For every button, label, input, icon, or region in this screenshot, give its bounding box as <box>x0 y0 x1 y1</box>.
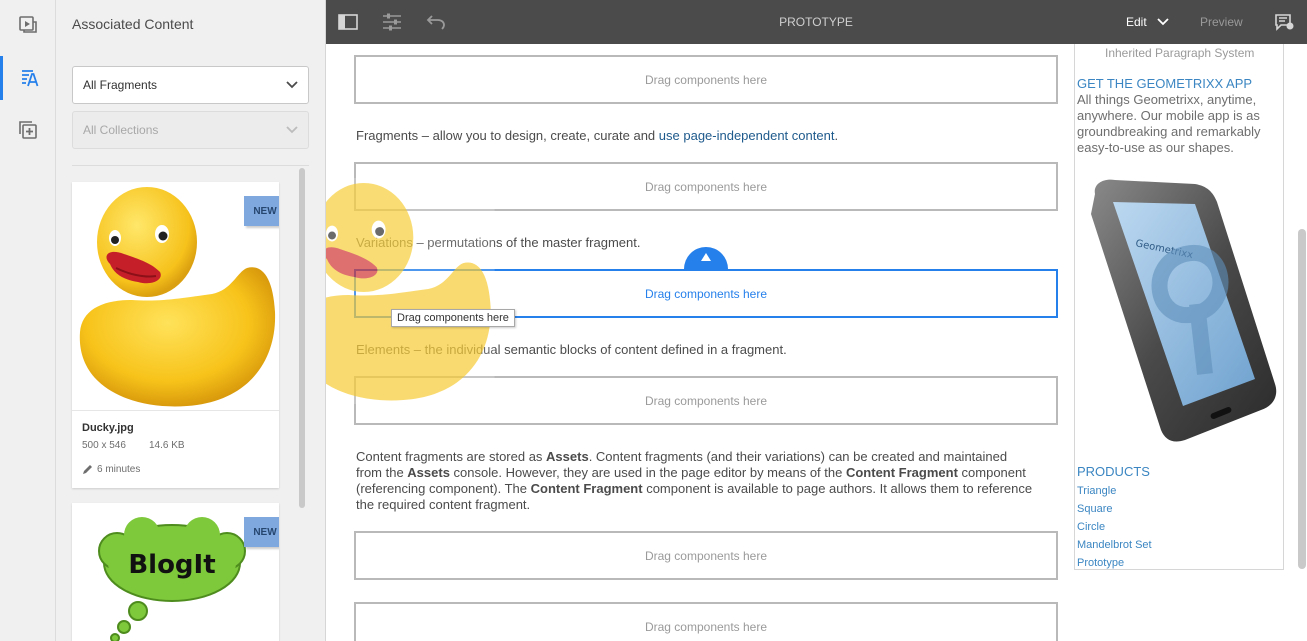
asset-card-ducky[interactable]: NEW Ducky.jpg 500 x 546 14.6 KB 6 minute… <box>72 182 279 488</box>
fragments-filter-value: All Fragments <box>83 78 158 92</box>
side-rail <box>0 0 56 641</box>
undo-icon <box>426 15 445 30</box>
smartphone-image: Geometrixx <box>1091 179 1277 442</box>
paragraph-fragments: Fragments – allow you to design, create,… <box>356 128 1036 144</box>
bold-text: Assets <box>546 449 589 464</box>
drop-tooltip: Drag components here <box>391 309 515 327</box>
page-sidebar: Inherited Paragraph System GET THE GEOME… <box>1074 44 1284 570</box>
side-panel-icon <box>338 14 358 30</box>
paragraph-assets: Content fragments are stored as Assets. … <box>356 449 1036 513</box>
editor-window: Associated Content All Fragments All Col… <box>0 0 1307 641</box>
page-independent-content-link[interactable]: use page-independent content <box>659 128 835 143</box>
card-divider <box>72 410 279 411</box>
asset-dimensions: 500 x 546 <box>82 440 126 451</box>
page-title: PROTOTYPE <box>779 15 853 29</box>
paragraph-elements: Elements – the individual semantic block… <box>356 342 787 357</box>
page-properties-button[interactable] <box>380 10 404 34</box>
product-link-triangle[interactable]: Triangle <box>1077 485 1116 497</box>
product-link-mandelbrot[interactable]: Mandelbrot Set <box>1077 539 1152 551</box>
content-fragment-icon <box>21 70 38 87</box>
sliders-icon <box>383 13 401 31</box>
product-link-circle[interactable]: Circle <box>1077 521 1105 533</box>
bold-text: Content Fragment <box>845 465 958 480</box>
drop-zone[interactable]: Drag components here <box>354 531 1058 580</box>
asset-size: 14.6 KB <box>149 440 185 451</box>
collections-filter-select[interactable]: All Collections <box>72 111 309 149</box>
pencil-icon <box>83 465 92 474</box>
app-promo-text: All things Geometrixx, anytime, anywhere… <box>1077 92 1261 155</box>
drop-zone[interactable]: Drag components here <box>354 55 1058 104</box>
new-badge: NEW <box>244 196 279 226</box>
app-promo-title[interactable]: GET THE GEOMETRIXX APP <box>1077 76 1252 91</box>
product-link-square[interactable]: Square <box>1077 503 1112 515</box>
panel-divider <box>72 165 309 166</box>
components-rail-button[interactable] <box>0 108 56 152</box>
associated-content-rail-button[interactable] <box>0 56 56 100</box>
text-period: . <box>834 128 839 143</box>
chevron-down-icon <box>1157 18 1169 26</box>
inherited-paragraph-label: Inherited Paragraph System <box>1105 46 1255 60</box>
toggle-side-panel-button[interactable] <box>336 10 360 34</box>
page-canvas: Drag components here Fragments – allow y… <box>326 44 1307 641</box>
drop-zone[interactable]: Drag components here <box>354 602 1058 641</box>
editor-toolbar: PROTOTYPE Edit Preview <box>326 0 1307 44</box>
text: console. However, they are used in the p… <box>449 465 846 480</box>
asset-modified: 6 minutes <box>82 464 140 475</box>
product-link-prototype[interactable]: Prototype <box>1077 557 1124 569</box>
annotations-button[interactable] <box>1272 10 1296 34</box>
asset-thumbnail: BlogIt NEW <box>72 503 279 641</box>
asset-modified-time: 6 minutes <box>97 464 141 475</box>
add-component-icon <box>19 121 37 139</box>
undo-button[interactable] <box>424 10 448 34</box>
assets-icon <box>19 16 37 33</box>
collections-filter-value: All Collections <box>83 123 159 137</box>
chevron-down-icon <box>286 81 298 89</box>
asset-card-blogit[interactable]: BlogIt NEW <box>72 503 279 641</box>
products-heading: PRODUCTS <box>1077 464 1150 479</box>
drop-zone[interactable]: Drag components here <box>354 376 1058 425</box>
page-scrollbar[interactable] <box>1298 229 1306 569</box>
new-badge: NEW <box>244 517 279 547</box>
mode-dropdown[interactable]: Edit <box>1126 15 1169 29</box>
text-fragments: Fragments – allow you to design, create,… <box>356 128 659 143</box>
chevron-down-icon <box>286 126 298 134</box>
asset-thumbnail: NEW <box>72 182 279 410</box>
asset-name: Ducky.jpg <box>82 422 134 434</box>
blogit-logo-text: BlogIt <box>128 550 215 580</box>
preview-button[interactable]: Preview <box>1200 15 1243 29</box>
panel-title: Associated Content <box>72 16 194 32</box>
text: Content fragments are stored as <box>356 449 547 464</box>
associated-content-panel: Associated Content All Fragments All Col… <box>56 0 326 641</box>
bold-text: Assets <box>407 465 450 480</box>
mode-label: Edit <box>1126 15 1147 29</box>
fragments-filter-select[interactable]: All Fragments <box>72 66 309 104</box>
annotations-icon <box>1275 14 1294 31</box>
drop-zone[interactable]: Drag components here <box>354 162 1058 211</box>
assets-rail-button[interactable] <box>0 2 56 46</box>
caret-up-icon <box>701 253 711 261</box>
bold-text: Content Fragment <box>530 481 643 496</box>
panel-scrollbar[interactable] <box>299 168 305 508</box>
